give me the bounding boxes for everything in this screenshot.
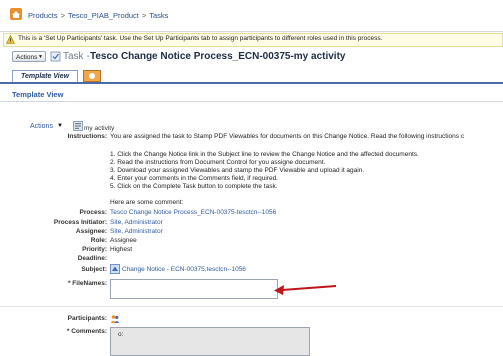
- task-icon: [50, 51, 61, 62]
- comments-label: * Comments:: [66, 328, 107, 335]
- breadcrumb: Products > Tesco_PIAB_Product > Tasks: [28, 11, 168, 20]
- comments-text: ο:: [118, 331, 124, 338]
- deadline-label: Deadline:: [77, 255, 107, 262]
- section-divider: [0, 306, 503, 307]
- comment-intro: Here are some comment:: [110, 199, 184, 206]
- activity-icon: [73, 121, 83, 131]
- section-divider: [0, 101, 503, 102]
- chevron-down-icon[interactable]: ▼: [57, 123, 63, 129]
- warning-icon: [6, 35, 15, 44]
- priority-label: Priority:: [82, 246, 107, 253]
- subject-label: Subject:: [81, 266, 107, 273]
- breadcrumb-tasks[interactable]: Tasks: [149, 11, 168, 20]
- initiator-label: Process Initiator:: [53, 219, 107, 226]
- breadcrumb-product[interactable]: Tesco_PIAB_Product: [68, 11, 139, 20]
- task-type-label: Task -: [63, 51, 90, 62]
- tab-template-view[interactable]: Template View: [12, 70, 78, 82]
- participants-icon[interactable]: [110, 314, 120, 324]
- home-icon[interactable]: [10, 8, 22, 20]
- add-tab-button[interactable]: [83, 70, 101, 82]
- priority-value: Highest: [110, 246, 133, 253]
- instructions-label: Instructions:: [67, 133, 107, 140]
- participants-label: Participants:: [67, 315, 107, 322]
- role-value: Assignee: [110, 237, 137, 244]
- breadcrumb-separator: >: [141, 11, 147, 20]
- breadcrumb-products[interactable]: Products: [28, 11, 58, 20]
- info-text: This is a 'Set Up Participants' task. Us…: [18, 35, 383, 42]
- actions-menu-label: Actions: [16, 54, 38, 61]
- instructions-intro: You are assigned the task to Stamp PDF V…: [110, 133, 465, 140]
- filenames-field[interactable]: [110, 279, 278, 299]
- instruction-step: 1. Click the Change Notice link in the S…: [110, 151, 419, 158]
- instruction-step: 3. Download your assigned Viewables and …: [110, 167, 365, 174]
- activity-actions-link[interactable]: Actions: [30, 123, 53, 130]
- subject-link[interactable]: Change Notice - ECN-00375,tesctcn--1056: [122, 266, 246, 273]
- chevron-down-icon: ▼: [38, 54, 43, 60]
- actions-menu-button[interactable]: Actions ▼: [12, 51, 46, 62]
- instruction-step: 5. Click on the Complete Task button to …: [110, 183, 278, 190]
- initiator-link[interactable]: Site, Administrator: [110, 219, 163, 226]
- process-label: Process:: [79, 209, 107, 216]
- change-notice-icon: [110, 264, 120, 274]
- role-label: Role:: [90, 237, 107, 244]
- comments-field[interactable]: [110, 327, 310, 356]
- page-title: Tesco Change Notice Process_ECN-00375-my…: [90, 51, 346, 62]
- activity-name: my activity: [84, 125, 115, 132]
- instruction-step: 4. Enter your comments in the Comments f…: [110, 175, 278, 182]
- process-link[interactable]: Tesco Change Notice Process_ECN-00375-te…: [110, 209, 276, 216]
- assignee-label: Assignee:: [75, 228, 107, 235]
- breadcrumb-separator: >: [60, 11, 65, 20]
- assignee-link[interactable]: Site, Administrator: [110, 228, 163, 235]
- section-title: Template View: [12, 90, 64, 99]
- instruction-step: 2. Read the instructions from Document C…: [110, 159, 326, 166]
- filenames-label: * FileNames:: [67, 280, 107, 287]
- add-tab-icon: [89, 73, 95, 79]
- annotation-arrow-icon: [274, 285, 337, 295]
